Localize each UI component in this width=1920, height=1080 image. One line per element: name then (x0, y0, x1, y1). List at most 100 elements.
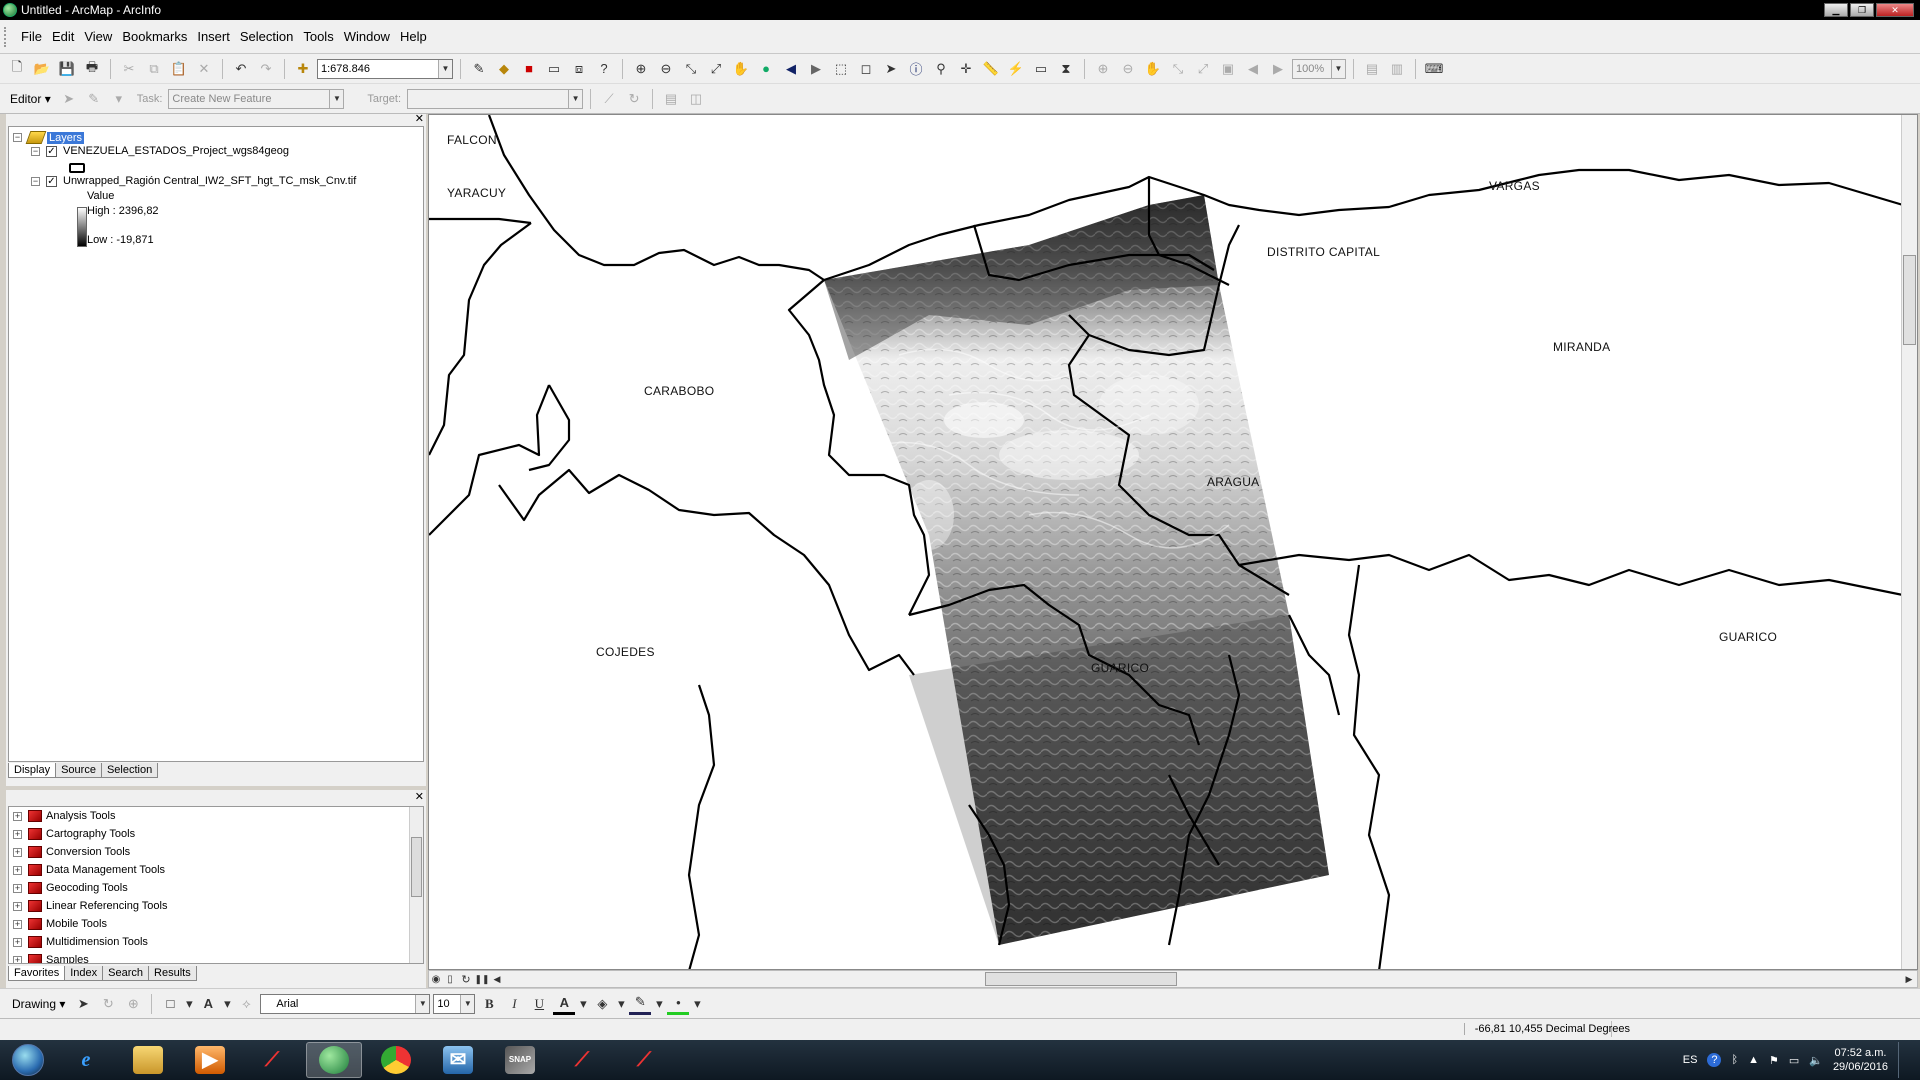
collapse-icon[interactable]: − (13, 133, 22, 142)
line-color-dropdown-icon[interactable]: ▾ (654, 993, 664, 1015)
select-features-icon[interactable]: ⬚ (830, 58, 852, 80)
toc-root-label[interactable]: Layers (47, 131, 85, 144)
layout-forward-icon[interactable]: ▶ (1267, 58, 1289, 80)
full-extent-icon[interactable]: ● (755, 58, 777, 80)
dem-raster[interactable] (824, 195, 1329, 945)
layer-name[interactable]: VENEZUELA_ESTADOS_Project_wgs84geog (63, 145, 289, 157)
toc-root-row[interactable]: − Layers (13, 131, 85, 144)
expand-icon[interactable]: + (13, 919, 22, 929)
drawing-menu-button[interactable]: Drawing ▾ (8, 997, 69, 1011)
layout-zoom-in-icon[interactable]: ⊕ (1092, 58, 1114, 80)
expand-icon[interactable]: + (13, 847, 22, 857)
toolbox-item[interactable]: + Linear Referencing Tools (13, 900, 167, 912)
rotate-tool-icon[interactable]: ↻ (623, 88, 645, 110)
fill-color-icon[interactable]: ◈ (591, 993, 613, 1015)
split-tool-icon[interactable]: ⟋ (598, 88, 620, 110)
menu-selection[interactable]: Selection (235, 29, 298, 44)
undo-icon[interactable]: ↶ (230, 58, 252, 80)
whats-this-icon[interactable]: ? (593, 58, 615, 80)
volume-icon[interactable]: 🔈 (1809, 1054, 1823, 1067)
toc-layer-row[interactable]: − ✓ Unwrapped_Ragión Central_IW2_SFT_hgt… (31, 175, 356, 187)
chevron-down-icon[interactable]: ▼ (329, 89, 344, 108)
action-center-flag-icon[interactable]: ⚑ (1769, 1054, 1779, 1067)
taskbar-internet-explorer[interactable]: e (58, 1042, 114, 1078)
taskbar-arcgis-tool[interactable]: ⟋ (554, 1042, 610, 1078)
font-color-dropdown-icon[interactable]: ▾ (578, 993, 588, 1015)
underline-button[interactable]: U (528, 993, 550, 1015)
find-icon[interactable]: ⚲ (930, 58, 952, 80)
map-display[interactable]: FALCON YARACUY VARGAS DISTRITO CAPITAL M… (428, 114, 1918, 970)
scroll-right-icon[interactable]: ▶ (1901, 968, 1917, 990)
maximize-button[interactable]: ❐ (1850, 3, 1874, 17)
taskbar-arcmap[interactable] (306, 1042, 362, 1078)
text-dropdown-icon[interactable]: ▾ (222, 993, 232, 1015)
toolbox-item[interactable]: + Data Management Tools (13, 864, 165, 876)
arccatalog-icon[interactable]: ◆ (493, 58, 515, 80)
toolbox-item[interactable]: + Mobile Tools (13, 918, 107, 930)
new-document-icon[interactable]: 🗋 (6, 58, 28, 80)
show-hidden-icons[interactable]: ▲ (1748, 1054, 1759, 1066)
rectangle-dropdown-icon[interactable]: ▾ (184, 993, 194, 1015)
back-extent-icon[interactable]: ◀ (780, 58, 802, 80)
toc-symbol-row[interactable] (69, 163, 85, 173)
chevron-down-icon[interactable]: ▼ (568, 89, 583, 108)
tab-display[interactable]: Display (8, 763, 57, 778)
map-canvas[interactable] (429, 115, 1903, 970)
add-data-icon[interactable]: ✚ (292, 58, 314, 80)
zoom-in-icon[interactable]: ⊕ (630, 58, 652, 80)
refresh-icon[interactable]: ↻ (457, 968, 475, 990)
new-text-icon[interactable]: A (197, 993, 219, 1015)
attributes-icon[interactable]: ▤ (660, 88, 682, 110)
measure-icon[interactable]: 📏 (980, 58, 1002, 80)
time-slider-icon[interactable]: ⧗ (1055, 58, 1077, 80)
font-color-icon[interactable]: A (553, 993, 576, 1015)
layer-visibility-checkbox[interactable]: ✓ (46, 145, 57, 157)
scrollbar-thumb[interactable] (1903, 255, 1916, 345)
layout-fixed-in-icon[interactable]: ⤡ (1167, 58, 1189, 80)
sketch-properties-icon[interactable]: ◫ (685, 88, 707, 110)
target-combo[interactable]: ▼ (407, 88, 584, 109)
taskbar-media-player[interactable]: ▶ (182, 1042, 238, 1078)
chevron-down-icon[interactable]: ▼ (1331, 59, 1345, 78)
cut-icon[interactable]: ✂ (118, 58, 140, 80)
taskbar-arcgis-tool[interactable]: ⟋ (616, 1042, 672, 1078)
focus-data-frame-icon[interactable]: ▥ (1386, 58, 1408, 80)
italic-button[interactable]: I (503, 993, 525, 1015)
edit-vertices-icon[interactable]: ⟡ (235, 993, 257, 1015)
copy-icon[interactable]: ⧉ (143, 58, 165, 80)
scroll-left-icon[interactable]: ◀ (489, 968, 505, 990)
expand-icon[interactable]: + (13, 955, 22, 963)
tab-source[interactable]: Source (55, 763, 102, 778)
layer-name[interactable]: Unwrapped_Ragión Central_IW2_SFT_hgt_TC_… (63, 175, 356, 187)
taskbar-chrome[interactable] (368, 1042, 424, 1078)
menu-bookmarks[interactable]: Bookmarks (117, 29, 192, 44)
menu-grip[interactable] (4, 26, 8, 47)
toolbox-item[interactable]: + Samples (13, 954, 89, 963)
data-view-icon[interactable]: ◉ (429, 968, 443, 990)
layer-visibility-checkbox[interactable]: ✓ (46, 175, 57, 187)
menu-tools[interactable]: Tools (298, 29, 338, 44)
html-popup-icon[interactable]: ▭ (1030, 58, 1052, 80)
map-scale-combo[interactable]: 1:678.846 ▼ (317, 58, 453, 79)
fixed-zoom-in-icon[interactable]: ⤡ (680, 58, 702, 80)
layout-zoom-out-icon[interactable]: ⊖ (1117, 58, 1139, 80)
toolbox-item[interactable]: + Conversion Tools (13, 846, 130, 858)
toc-layer-row[interactable]: − ✓ VENEZUELA_ESTADOS_Project_wgs84geog (31, 145, 289, 157)
toolbox-item[interactable]: + Geocoding Tools (13, 882, 128, 894)
paste-icon[interactable]: 📋 (168, 58, 190, 80)
editor-menu-button[interactable]: Editor ▾ (6, 92, 55, 106)
fill-color-dropdown-icon[interactable]: ▾ (616, 993, 626, 1015)
font-combo[interactable]: Arial ▼ (260, 993, 431, 1014)
layout-whole-page-icon[interactable]: ▣ (1217, 58, 1239, 80)
scrollbar-thumb[interactable] (411, 837, 422, 897)
forward-extent-icon[interactable]: ▶ (805, 58, 827, 80)
change-layout-icon[interactable]: ⌨ (1423, 58, 1445, 80)
delete-icon[interactable]: ✕ (193, 58, 215, 80)
horizontal-scrollbar-thumb[interactable] (985, 972, 1177, 986)
line-color-icon[interactable]: ✎ (629, 993, 652, 1015)
expand-icon[interactable]: + (13, 883, 22, 893)
marker-color-dropdown-icon[interactable]: ▾ (692, 993, 702, 1015)
map-vertical-scrollbar[interactable] (1901, 115, 1917, 969)
menu-window[interactable]: Window (339, 29, 395, 44)
tab-favorites[interactable]: Favorites (8, 966, 66, 981)
